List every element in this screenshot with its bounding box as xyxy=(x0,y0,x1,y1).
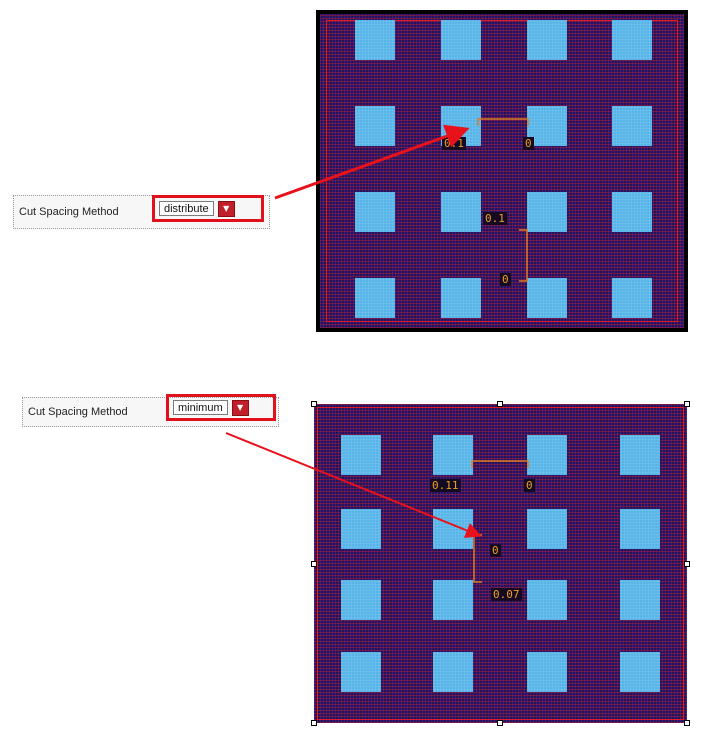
via-cut xyxy=(341,580,381,620)
cut-spacing-select-minimum[interactable]: minimum ▼ xyxy=(166,394,276,421)
dimension-label: 0.07 xyxy=(491,588,522,601)
selection-handle[interactable] xyxy=(311,401,317,407)
dimension-label: 0.11 xyxy=(430,479,461,492)
via-cut xyxy=(441,192,481,232)
via-cut xyxy=(527,652,567,692)
dimension-label: 0.1 xyxy=(442,137,466,150)
via-cut xyxy=(341,652,381,692)
via-cut xyxy=(612,278,652,318)
via-cut xyxy=(527,580,567,620)
via-cut xyxy=(527,192,567,232)
selection-handle[interactable] xyxy=(311,720,317,726)
via-cut xyxy=(620,652,660,692)
dimension-label: 0 xyxy=(524,479,535,492)
selection-handle[interactable] xyxy=(497,720,503,726)
via-cut xyxy=(620,509,660,549)
dropdown-arrow-icon[interactable]: ▼ xyxy=(231,399,249,416)
via-cut xyxy=(527,435,567,475)
via-cut xyxy=(355,20,395,60)
dimension-label: 0 xyxy=(500,273,511,286)
via-cut xyxy=(527,509,567,549)
selection-handle[interactable] xyxy=(684,561,690,567)
cut-spacing-select-distribute[interactable]: distribute ▼ xyxy=(152,195,264,222)
via-cut xyxy=(527,278,567,318)
via-cut xyxy=(341,509,381,549)
via-cut xyxy=(612,192,652,232)
dimension-label: 0.1 xyxy=(483,212,507,225)
via-cut xyxy=(355,192,395,232)
dimension-label: 0 xyxy=(490,544,501,557)
via-cut xyxy=(355,106,395,146)
via-cut xyxy=(433,652,473,692)
via-cut xyxy=(341,435,381,475)
cut-spacing-method-label: Cut Spacing Method xyxy=(28,406,128,418)
via-cut xyxy=(433,435,473,475)
dropdown-arrow-icon[interactable]: ▼ xyxy=(217,200,235,217)
selection-handle[interactable] xyxy=(497,401,503,407)
via-cut xyxy=(355,278,395,318)
via-cut xyxy=(441,278,481,318)
cut-spacing-method-label: Cut Spacing Method xyxy=(19,206,119,218)
selection-handle[interactable] xyxy=(311,561,317,567)
dimension-label: 0 xyxy=(523,137,534,150)
via-cut xyxy=(620,435,660,475)
selection-handle[interactable] xyxy=(684,401,690,407)
via-cut xyxy=(433,509,473,549)
via-cut xyxy=(620,580,660,620)
via-cut xyxy=(612,20,652,60)
via-cut xyxy=(441,20,481,60)
via-cut xyxy=(433,580,473,620)
select-value[interactable]: minimum xyxy=(173,400,228,415)
select-value[interactable]: distribute xyxy=(159,201,214,216)
via-cut xyxy=(527,20,567,60)
via-cut xyxy=(612,106,652,146)
selection-handle[interactable] xyxy=(684,720,690,726)
